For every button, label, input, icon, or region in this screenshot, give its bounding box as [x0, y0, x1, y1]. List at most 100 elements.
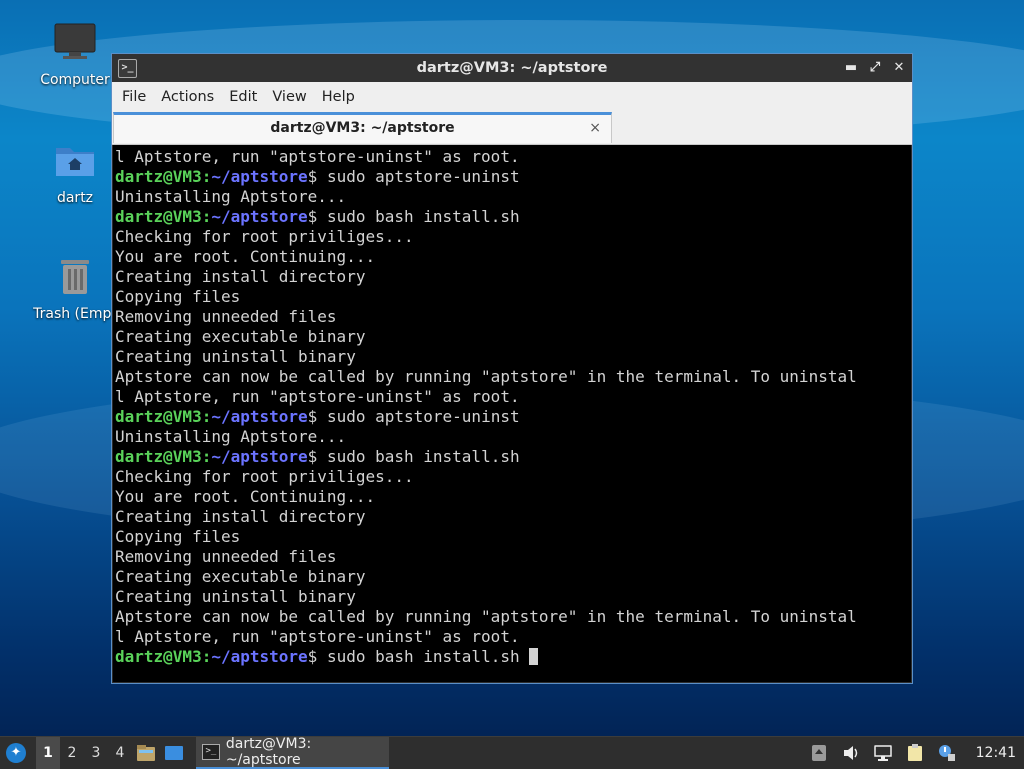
- output-text: l Aptstore, run "aptstore-uninst" as roo…: [115, 387, 520, 406]
- desktop-icon-label: Trash (Empt: [33, 306, 117, 322]
- output-text: l Aptstore, run "aptstore-uninst" as roo…: [115, 627, 520, 646]
- output-text: Creating uninstall binary: [115, 587, 356, 606]
- desktop-icon-home[interactable]: dartz: [30, 140, 120, 206]
- output-text: You are root. Continuing...: [115, 487, 376, 506]
- terminal-output-line: Uninstalling Aptstore...: [115, 427, 911, 447]
- output-text: Copying files: [115, 287, 241, 306]
- menu-help[interactable]: Help: [318, 89, 366, 105]
- output-text: Checking for root priviliges...: [115, 227, 414, 246]
- menu-view[interactable]: View: [268, 89, 317, 105]
- workspace-2[interactable]: 2: [60, 745, 84, 761]
- text-cursor: [529, 648, 539, 665]
- terminal-output-line: Uninstalling Aptstore...: [115, 187, 911, 207]
- output-text: Creating uninstall binary: [115, 347, 356, 366]
- output-text: Creating executable binary: [115, 327, 366, 346]
- prompt-user-host: dartz@VM3: [115, 447, 202, 466]
- output-text: Removing unneeded files: [115, 547, 337, 566]
- terminal-output-line: Creating uninstall binary: [115, 347, 911, 367]
- command-text: sudo bash install.sh: [326, 207, 520, 226]
- terminal-command-line: dartz@VM3:~/aptstore$ sudo bash install.…: [115, 447, 520, 466]
- workspace-4[interactable]: 4: [108, 745, 132, 761]
- output-text: Copying files: [115, 527, 241, 546]
- terminal-output-line: Creating install directory: [115, 267, 911, 287]
- notifications-icon[interactable]: [938, 744, 956, 762]
- terminal-output-line: Checking for root priviliges...: [115, 227, 911, 247]
- close-button[interactable]: ✕: [892, 61, 906, 75]
- terminal-output-line: Creating uninstall binary: [115, 587, 911, 607]
- terminal-output-line: Aptstore can now be called by running "a…: [115, 367, 911, 387]
- taskbar-task-terminal[interactable]: >_ dartz@VM3: ~/aptstore: [196, 736, 389, 769]
- output-text: Removing unneeded files: [115, 307, 337, 326]
- window-title: dartz@VM3: ~/aptstore: [416, 60, 608, 76]
- prompt-path: ~/aptstore: [211, 647, 308, 666]
- output-text: Uninstalling Aptstore...: [115, 427, 347, 446]
- terminal-output-line: Removing unneeded files: [115, 547, 911, 567]
- tab-bar: dartz@VM3: ~/aptstore ×: [112, 112, 912, 145]
- command-text: sudo aptstore-uninst: [326, 167, 520, 186]
- network-icon[interactable]: [873, 744, 892, 762]
- command-text: sudo bash install.sh: [326, 647, 530, 666]
- tab-terminal[interactable]: dartz@VM3: ~/aptstore ×: [113, 112, 612, 143]
- desktop-icon-trash[interactable]: Trash (Empt: [30, 256, 120, 322]
- terminal-command-line: dartz@VM3:~/aptstore$ sudo bash install.…: [115, 207, 520, 226]
- output-text: Creating install directory: [115, 507, 366, 526]
- terminal-command-line: dartz@VM3:~/aptstore$ sudo aptstore-unin…: [115, 407, 520, 426]
- maximize-button[interactable]: ⤢: [868, 61, 882, 75]
- desktop-icon-label: Computer: [40, 72, 110, 88]
- output-text: Creating executable binary: [115, 567, 366, 586]
- volume-icon[interactable]: [842, 744, 860, 762]
- terminal-output-line: Creating install directory: [115, 507, 911, 527]
- terminal-output-line: Creating executable binary: [115, 327, 911, 347]
- output-text: l Aptstore, run "aptstore-uninst" as roo…: [115, 147, 520, 166]
- prompt-path: ~/aptstore: [211, 447, 308, 466]
- tab-close-icon[interactable]: ×: [589, 115, 601, 142]
- terminal-output[interactable]: l Aptstore, run "aptstore-uninst" as roo…: [113, 145, 911, 682]
- terminal-output-line: You are root. Continuing...: [115, 487, 911, 507]
- desktop-icon-label: dartz: [56, 190, 94, 206]
- terminal-output-line: l Aptstore, run "aptstore-uninst" as roo…: [115, 627, 911, 647]
- output-text: Checking for root priviliges...: [115, 467, 414, 486]
- desktop-icon-computer[interactable]: Computer: [30, 22, 120, 88]
- prompt-path: ~/aptstore: [211, 407, 308, 426]
- workspace-1[interactable]: 1: [36, 737, 60, 769]
- terminal-output-line: Aptstore can now be called by running "a…: [115, 607, 911, 627]
- terminal-output-line: l Aptstore, run "aptstore-uninst" as roo…: [115, 387, 911, 407]
- output-text: Uninstalling Aptstore...: [115, 187, 347, 206]
- prompt-path: ~/aptstore: [211, 167, 308, 186]
- task-label: dartz@VM3: ~/aptstore: [225, 736, 312, 768]
- tab-label: dartz@VM3: ~/aptstore: [270, 120, 455, 136]
- software-updater-icon[interactable]: [810, 744, 828, 762]
- output-text: Creating install directory: [115, 267, 366, 286]
- terminal-output-line: Removing unneeded files: [115, 307, 911, 327]
- terminal-task-icon: >_: [202, 744, 220, 760]
- workspace-3[interactable]: 3: [84, 745, 108, 761]
- file-manager-launcher-icon[interactable]: [136, 744, 156, 762]
- minimize-button[interactable]: ▬: [844, 61, 858, 75]
- trash-icon: [61, 260, 89, 294]
- command-text: sudo aptstore-uninst: [326, 407, 520, 426]
- terminal-window: >_ dartz@VM3: ~/aptstore ▬ ⤢ ✕ File Acti…: [111, 53, 913, 684]
- terminal-output-line: You are root. Continuing...: [115, 247, 911, 267]
- terminal-app-icon: >_: [118, 59, 137, 78]
- prompt-user-host: dartz@VM3: [115, 167, 202, 186]
- output-text: You are root. Continuing...: [115, 247, 376, 266]
- command-text: sudo bash install.sh: [326, 447, 520, 466]
- computer-icon: [54, 23, 96, 59]
- prompt-user-host: dartz@VM3: [115, 407, 202, 426]
- show-desktop-icon[interactable]: [164, 744, 184, 762]
- taskbar: ✦ 1 2 3 4 >_ dartz@VM3: ~/aptstore 12:41: [0, 736, 1024, 769]
- prompt-path: ~/aptstore: [211, 207, 308, 226]
- menu-edit[interactable]: Edit: [225, 89, 268, 105]
- clock[interactable]: 12:41: [976, 745, 1016, 761]
- clipboard-icon[interactable]: [906, 744, 924, 762]
- prompt-user-host: dartz@VM3: [115, 647, 202, 666]
- menu-bar: File Actions Edit View Help: [112, 82, 912, 112]
- start-menu-icon[interactable]: ✦: [6, 743, 26, 763]
- menu-file[interactable]: File: [118, 89, 157, 105]
- window-titlebar[interactable]: >_ dartz@VM3: ~/aptstore ▬ ⤢ ✕: [112, 54, 912, 82]
- output-text: Aptstore can now be called by running "a…: [115, 607, 857, 626]
- terminal-output-line: Copying files: [115, 287, 911, 307]
- home-folder-icon: [56, 148, 94, 176]
- menu-actions[interactable]: Actions: [157, 89, 225, 105]
- output-text: Aptstore can now be called by running "a…: [115, 367, 857, 386]
